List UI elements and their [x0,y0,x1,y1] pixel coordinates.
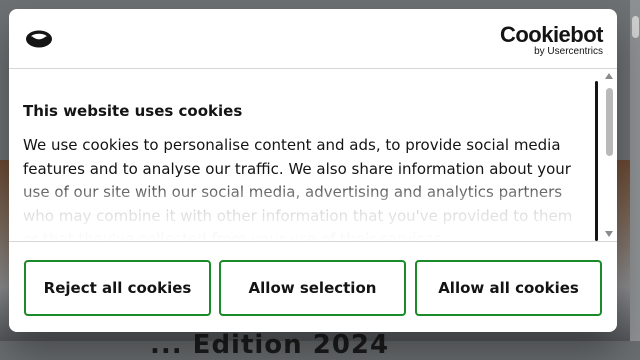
cookiebot-byline: by Usercentrics [534,46,603,57]
dialog-footer: Reject all cookies Allow selection Allow… [9,241,617,332]
cookie-consent-dialog: Cookiebot by Usercentrics This website u… [9,9,617,332]
cookiebot-logo[interactable]: Cookiebot by Usercentrics [499,22,604,58]
content-scroll-indicator [595,81,598,241]
dialog-scrollbar-thumb[interactable] [606,88,613,156]
scroll-up-arrow-icon[interactable] [605,73,613,79]
dialog-header: Cookiebot by Usercentrics [9,9,617,69]
cookiebot-brand: Cookiebot [499,22,604,47]
dialog-body: This website uses cookies We use cookies… [9,69,617,241]
site-logo-icon [26,30,52,48]
page-scrollbar[interactable] [630,0,640,341]
page-hero-heading: ... Edition 2024 [150,330,390,360]
allow-selection-button[interactable]: Allow selection [219,260,406,316]
scroll-down-arrow-icon[interactable] [605,231,613,237]
allow-all-cookies-button[interactable]: Allow all cookies [415,260,602,316]
page-scrollbar-thumb[interactable] [632,16,639,38]
dialog-title: This website uses cookies [23,102,243,120]
text-fade-overlay [9,177,599,241]
reject-all-cookies-button[interactable]: Reject all cookies [24,260,211,316]
